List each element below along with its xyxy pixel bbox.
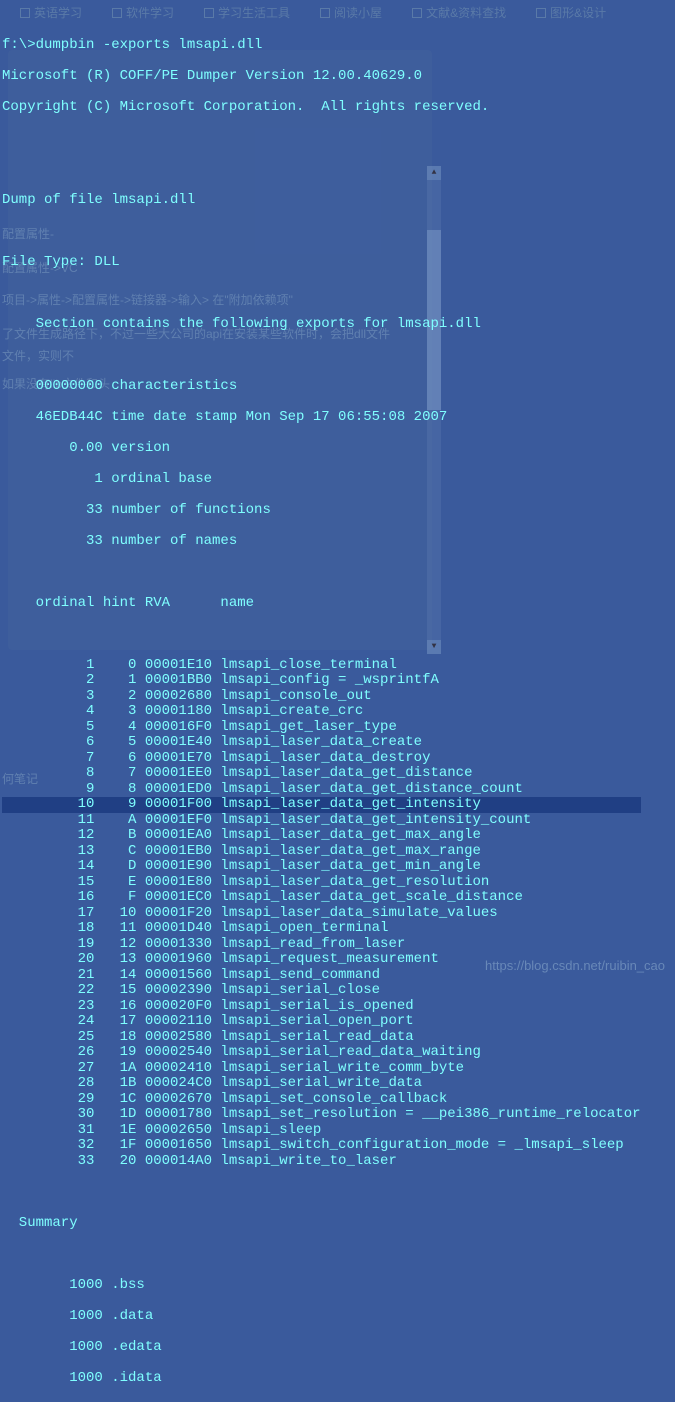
info-line: 46EDB44C time date stamp Mon Sep 17 06:5… [2, 410, 641, 426]
table-row[interactable]: 18 11 00001D40 lmsapi_open_terminal [2, 921, 641, 937]
table-row[interactable]: 30 1D 00001780 lmsapi_set_resolution = _… [2, 1107, 641, 1123]
table-row[interactable]: 13 C 00001EB0 lmsapi_laser_data_get_max_… [2, 844, 641, 860]
info-line: 33 number of functions [2, 503, 641, 519]
table-row[interactable]: 1 0 00001E10 lmsapi_close_terminal [2, 658, 641, 674]
table-row[interactable]: 19 12 00001330 lmsapi_read_from_laser [2, 937, 641, 953]
tab-item[interactable]: 软件学习 [112, 4, 174, 21]
table-row[interactable]: 24 17 00002110 lmsapi_serial_open_port [2, 1014, 641, 1030]
table-row[interactable]: 25 18 00002580 lmsapi_serial_read_data [2, 1030, 641, 1046]
table-row[interactable]: 5 4 000016F0 lmsapi_get_laser_type [2, 720, 641, 736]
table-row[interactable]: 28 1B 000024C0 lmsapi_serial_write_data [2, 1076, 641, 1092]
table-header: ordinal hint RVA name [2, 596, 641, 612]
checkbox-icon [112, 8, 122, 18]
checkbox-icon [412, 8, 422, 18]
header-line: Copyright (C) Microsoft Corporation. All… [2, 100, 641, 116]
command-line: f:\>dumpbin -exports lmsapi.dll [2, 38, 641, 54]
tab-item[interactable]: 学习生活工具 [204, 4, 290, 21]
exports-table: 1 0 00001E10 lmsapi_close_terminal 2 1 0… [2, 658, 641, 1170]
filetype-line: File Type: DLL [2, 255, 641, 271]
table-row[interactable]: 22 15 00002390 lmsapi_serial_close [2, 983, 641, 999]
checkbox-icon [204, 8, 214, 18]
info-line: 1 ordinal base [2, 472, 641, 488]
table-row[interactable]: 31 1E 00002650 lmsapi_sleep [2, 1123, 641, 1139]
info-line: 00000000 characteristics [2, 379, 641, 395]
watermark: https://blog.csdn.net/ruibin_cao [485, 958, 665, 973]
tab-item[interactable]: 图形&设计 [536, 4, 606, 21]
table-row[interactable]: 29 1C 00002670 lmsapi_set_console_callba… [2, 1092, 641, 1108]
tab-item[interactable]: 英语学习 [20, 4, 82, 21]
info-line: 0.00 version [2, 441, 641, 457]
table-row[interactable]: 17 10 00001F20 lmsapi_laser_data_simulat… [2, 906, 641, 922]
table-row[interactable]: 26 19 00002540 lmsapi_serial_read_data_w… [2, 1045, 641, 1061]
table-row[interactable]: 8 7 00001EE0 lmsapi_laser_data_get_dista… [2, 766, 641, 782]
table-row[interactable]: 32 1F 00001650 lmsapi_switch_configurati… [2, 1138, 641, 1154]
table-row[interactable]: 4 3 00001180 lmsapi_create_crc [2, 704, 641, 720]
table-row[interactable]: 14 D 00001E90 lmsapi_laser_data_get_min_… [2, 859, 641, 875]
table-row[interactable]: 12 B 00001EA0 lmsapi_laser_data_get_max_… [2, 828, 641, 844]
table-row[interactable]: 27 1A 00002410 lmsapi_serial_write_comm_… [2, 1061, 641, 1077]
table-row[interactable]: 9 8 00001ED0 lmsapi_laser_data_get_dista… [2, 782, 641, 798]
summary-row: 1000 .edata [2, 1340, 641, 1356]
table-row[interactable]: 16 F 00001EC0 lmsapi_laser_data_get_scal… [2, 890, 641, 906]
summary-row: 1000 .bss [2, 1278, 641, 1294]
summary-label: Summary [2, 1216, 641, 1232]
tab-item[interactable]: 文献&资料查找 [412, 4, 506, 21]
browser-tabs: 英语学习 软件学习 学习生活工具 阅读小屋 文献&资料查找 图形&设计 [0, 4, 606, 21]
section-line: Section contains the following exports f… [2, 317, 641, 333]
header-line: Microsoft (R) COFF/PE Dumper Version 12.… [2, 69, 641, 85]
table-row[interactable]: 33 20 000014A0 lmsapi_write_to_laser [2, 1154, 641, 1170]
table-row[interactable]: 7 6 00001E70 lmsapi_laser_data_destroy [2, 751, 641, 767]
table-row[interactable]: 23 16 000020F0 lmsapi_serial_is_opened [2, 999, 641, 1015]
summary-row: 1000 .data [2, 1309, 641, 1325]
table-row[interactable]: 3 2 00002680 lmsapi_console_out [2, 689, 641, 705]
terminal-output[interactable]: f:\>dumpbin -exports lmsapi.dll Microsof… [2, 22, 641, 1402]
checkbox-icon [20, 8, 30, 18]
table-row[interactable]: 6 5 00001E40 lmsapi_laser_data_create [2, 735, 641, 751]
checkbox-icon [536, 8, 546, 18]
table-row[interactable]: 2 1 00001BB0 lmsapi_config = _wsprintfA [2, 673, 641, 689]
info-line: 33 number of names [2, 534, 641, 550]
table-row[interactable]: 15 E 00001E80 lmsapi_laser_data_get_reso… [2, 875, 641, 891]
dump-line: Dump of file lmsapi.dll [2, 193, 641, 209]
table-row[interactable]: 10 9 00001F00 lmsapi_laser_data_get_inte… [2, 797, 641, 813]
table-row[interactable]: 11 A 00001EF0 lmsapi_laser_data_get_inte… [2, 813, 641, 829]
summary-row: 1000 .idata [2, 1371, 641, 1387]
checkbox-icon [320, 8, 330, 18]
tab-item[interactable]: 阅读小屋 [320, 4, 382, 21]
